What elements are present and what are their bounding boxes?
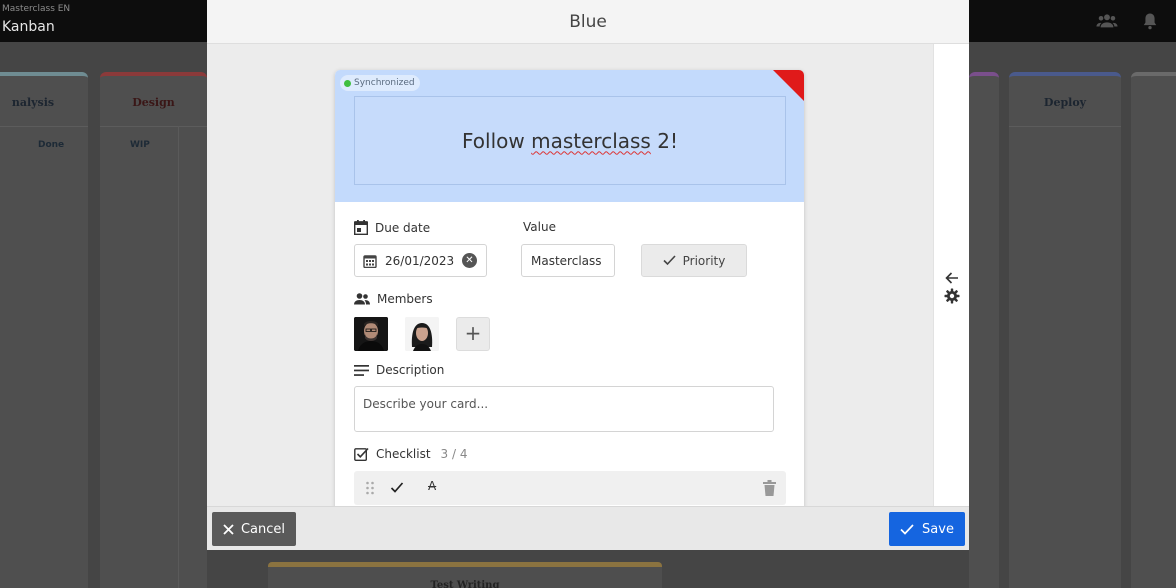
column-title: Deploy [1043, 96, 1087, 109]
checklist-item[interactable]: A [354, 471, 786, 505]
column-sub-label: WIP [130, 140, 150, 150]
checklist-item-text[interactable]: A [428, 479, 436, 493]
column-analysis: nalysis Done [0, 72, 88, 588]
checklist-icon [354, 447, 369, 461]
card-preview: Synchronized Follow masterclass 2! Due d… [335, 70, 804, 506]
drag-handle-icon[interactable] [365, 481, 375, 495]
checklist-item-checkbox[interactable] [390, 481, 404, 495]
card-title-field[interactable]: Follow masterclass 2! [354, 96, 786, 185]
card-edit-modal: Blue Synchronized Follow masterclass 2! … [207, 0, 969, 550]
members-heading: Members [354, 292, 433, 306]
card-title-part: Follow [462, 128, 532, 153]
column-title: Design [132, 96, 175, 109]
gear-icon[interactable] [944, 288, 960, 304]
description-label: Description [376, 363, 445, 377]
sync-status-label: Synchronized [354, 78, 415, 88]
modal-title: Blue [569, 12, 607, 32]
priority-toggle[interactable]: Priority [641, 244, 747, 277]
column-sub-label: Done [38, 140, 65, 150]
description-icon [354, 364, 369, 376]
card-color-header: Synchronized Follow masterclass 2! [335, 70, 804, 202]
card-title-part: 2! [650, 128, 678, 153]
clear-date-icon[interactable]: ✕ [462, 253, 477, 268]
trash-icon[interactable] [763, 480, 776, 496]
due-date-label: Due date [375, 220, 431, 235]
value-label: Value [523, 220, 556, 234]
modal-body: Synchronized Follow masterclass 2! Due d… [207, 44, 933, 506]
check-icon [663, 255, 676, 266]
due-date-heading: Due date [354, 220, 430, 235]
save-label: Save [922, 521, 954, 537]
save-button[interactable]: Save [889, 512, 965, 546]
close-icon [223, 523, 234, 535]
background-card[interactable]: Test Writing [268, 562, 662, 588]
member-avatar[interactable] [405, 317, 439, 351]
modal-header: Blue [207, 0, 969, 44]
calendar-icon [354, 220, 368, 235]
column-design: Design WIP [100, 72, 207, 588]
checklist-label: Checklist [376, 447, 431, 461]
value-heading: Value [523, 220, 556, 234]
due-date-value: 26/01/2023 [385, 253, 455, 268]
column-divider [0, 126, 88, 127]
bell-icon[interactable] [1140, 10, 1160, 32]
column-next [1131, 72, 1176, 588]
column-partial [969, 72, 999, 588]
card-title-misspelled-word: masterclass [531, 128, 651, 153]
column-deploy: Deploy [1009, 72, 1121, 588]
member-photo-icon [405, 317, 439, 351]
sync-status-badge: Synchronized [340, 75, 420, 91]
checklist-progress: 3 / 4 [440, 447, 468, 461]
column-divider [1009, 126, 1121, 127]
member-photo-icon [354, 317, 388, 351]
modal-footer: Cancel Save [207, 506, 969, 550]
priority-label: Priority [682, 253, 726, 268]
workspace-name[interactable]: Masterclass EN [2, 4, 70, 14]
due-date-picker[interactable]: 26/01/2023 ✕ [354, 244, 487, 277]
view-title: Kanban [2, 19, 55, 35]
members-label: Members [377, 292, 433, 306]
sync-dot-icon [344, 79, 351, 87]
column-divider-vertical [178, 126, 179, 588]
value-input[interactable] [521, 244, 615, 277]
background-card-title: Test Writing [430, 580, 500, 588]
team-icon[interactable] [1096, 10, 1118, 32]
member-avatar[interactable] [354, 317, 388, 351]
arrow-left-icon[interactable] [944, 270, 960, 286]
cancel-label: Cancel [240, 521, 286, 537]
column-title: nalysis [11, 96, 55, 109]
check-icon [900, 523, 914, 535]
description-input[interactable] [354, 386, 774, 432]
members-icon [354, 293, 370, 305]
checklist-heading: Checklist 3 / 4 [354, 447, 468, 461]
modal-side-rail [933, 44, 969, 506]
add-member-button[interactable]: + [456, 317, 490, 351]
calendar-icon [363, 254, 377, 268]
cancel-button[interactable]: Cancel [212, 512, 296, 546]
description-heading: Description [354, 363, 444, 377]
column-divider [100, 126, 207, 127]
